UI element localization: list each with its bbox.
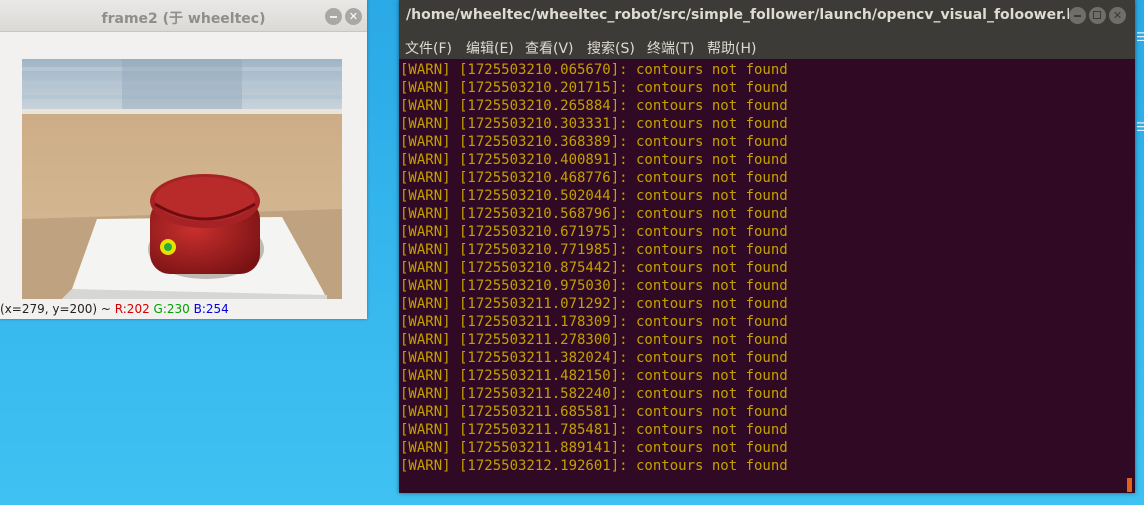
desktop-edge-icon: ☰ <box>1136 120 1144 134</box>
terminal-cursor <box>1127 478 1132 492</box>
log-line: [WARN] [1725503211.178309]: contours not… <box>400 314 788 330</box>
pixel-green: G:230 <box>153 302 190 316</box>
log-line: [WARN] [1725503211.382024]: contours not… <box>400 350 788 366</box>
pixel-status: (x=279, y=200) ~ R:202 G:230 B:254 <box>0 302 229 316</box>
menu-terminal[interactable]: 终端(T) <box>647 38 694 58</box>
pixel-blue: B:254 <box>193 302 229 316</box>
camera-image[interactable] <box>22 59 342 299</box>
log-line: [WARN] [1725503210.368389]: contours not… <box>400 134 788 150</box>
menu-view[interactable]: 查看(V) <box>525 38 574 58</box>
maximize-icon[interactable] <box>1089 7 1106 24</box>
log-line: [WARN] [1725503210.502044]: contours not… <box>400 188 788 204</box>
log-line: [WARN] [1725503210.671975]: contours not… <box>400 224 788 240</box>
log-line: [WARN] [1725503210.875442]: contours not… <box>400 260 788 276</box>
terminal-window: /home/wheeltec/wheeltec_robot/src/simple… <box>399 0 1135 493</box>
log-line: [WARN] [1725503211.889141]: contours not… <box>400 440 788 456</box>
log-line: [WARN] [1725503210.568796]: contours not… <box>400 206 788 222</box>
close-icon[interactable]: ✕ <box>345 8 362 25</box>
terminal-titlebar[interactable]: /home/wheeltec/wheeltec_robot/src/simple… <box>399 0 1135 32</box>
log-line: [WARN] [1725503210.303331]: contours not… <box>400 116 788 132</box>
log-line: [WARN] [1725503211.482150]: contours not… <box>400 368 788 384</box>
menu-edit[interactable]: 编辑(E) <box>466 38 514 58</box>
log-line: [WARN] [1725503210.201715]: contours not… <box>400 80 788 96</box>
pixel-red: R:202 <box>114 302 150 316</box>
log-line: [WARN] [1725503211.071292]: contours not… <box>400 296 788 312</box>
terminal-output[interactable]: [WARN] [1725503210.065670]: contours not… <box>399 59 1135 493</box>
menu-help[interactable]: 帮助(H) <box>707 38 756 58</box>
terminal-menubar: 文件(F) 编辑(E) 查看(V) 搜索(S) 终端(T) 帮助(H) <box>399 32 1135 59</box>
minimize-icon[interactable] <box>325 8 342 25</box>
log-line: [WARN] [1725503212.192601]: contours not… <box>400 458 788 474</box>
log-line: [WARN] [1725503210.065670]: contours not… <box>400 62 788 78</box>
desktop-edge-icon: ☰ <box>1136 30 1144 44</box>
frame-title: frame2 (于 wheeltec) <box>101 11 266 27</box>
log-line: [WARN] [1725503210.400891]: contours not… <box>400 152 788 168</box>
close-icon[interactable]: ✕ <box>1109 7 1126 24</box>
pixel-coords: (x=279, y=200) ~ <box>0 302 115 316</box>
minimize-icon[interactable] <box>1069 7 1086 24</box>
log-line: [WARN] [1725503210.771985]: contours not… <box>400 242 788 258</box>
log-line: [WARN] [1725503210.468776]: contours not… <box>400 170 788 186</box>
log-line: [WARN] [1725503211.785481]: contours not… <box>400 422 788 438</box>
log-line: [WARN] [1725503210.975030]: contours not… <box>400 278 788 294</box>
log-line: [WARN] [1725503210.265884]: contours not… <box>400 98 788 114</box>
terminal-title: /home/wheeltec/wheeltec_robot/src/simple… <box>406 7 1069 23</box>
frame-titlebar[interactable]: frame2 (于 wheeltec) ✕ <box>0 0 367 32</box>
menu-file[interactable]: 文件(F) <box>405 38 452 58</box>
log-line: [WARN] [1725503211.582240]: contours not… <box>400 386 788 402</box>
camera-scene <box>22 59 342 299</box>
frame-window: frame2 (于 wheeltec) ✕ (x=279, y=200) ~ R… <box>0 0 367 319</box>
log-line: [WARN] [1725503211.685581]: contours not… <box>400 404 788 420</box>
log-line: [WARN] [1725503211.278300]: contours not… <box>400 332 788 348</box>
menu-search[interactable]: 搜索(S) <box>587 38 635 58</box>
